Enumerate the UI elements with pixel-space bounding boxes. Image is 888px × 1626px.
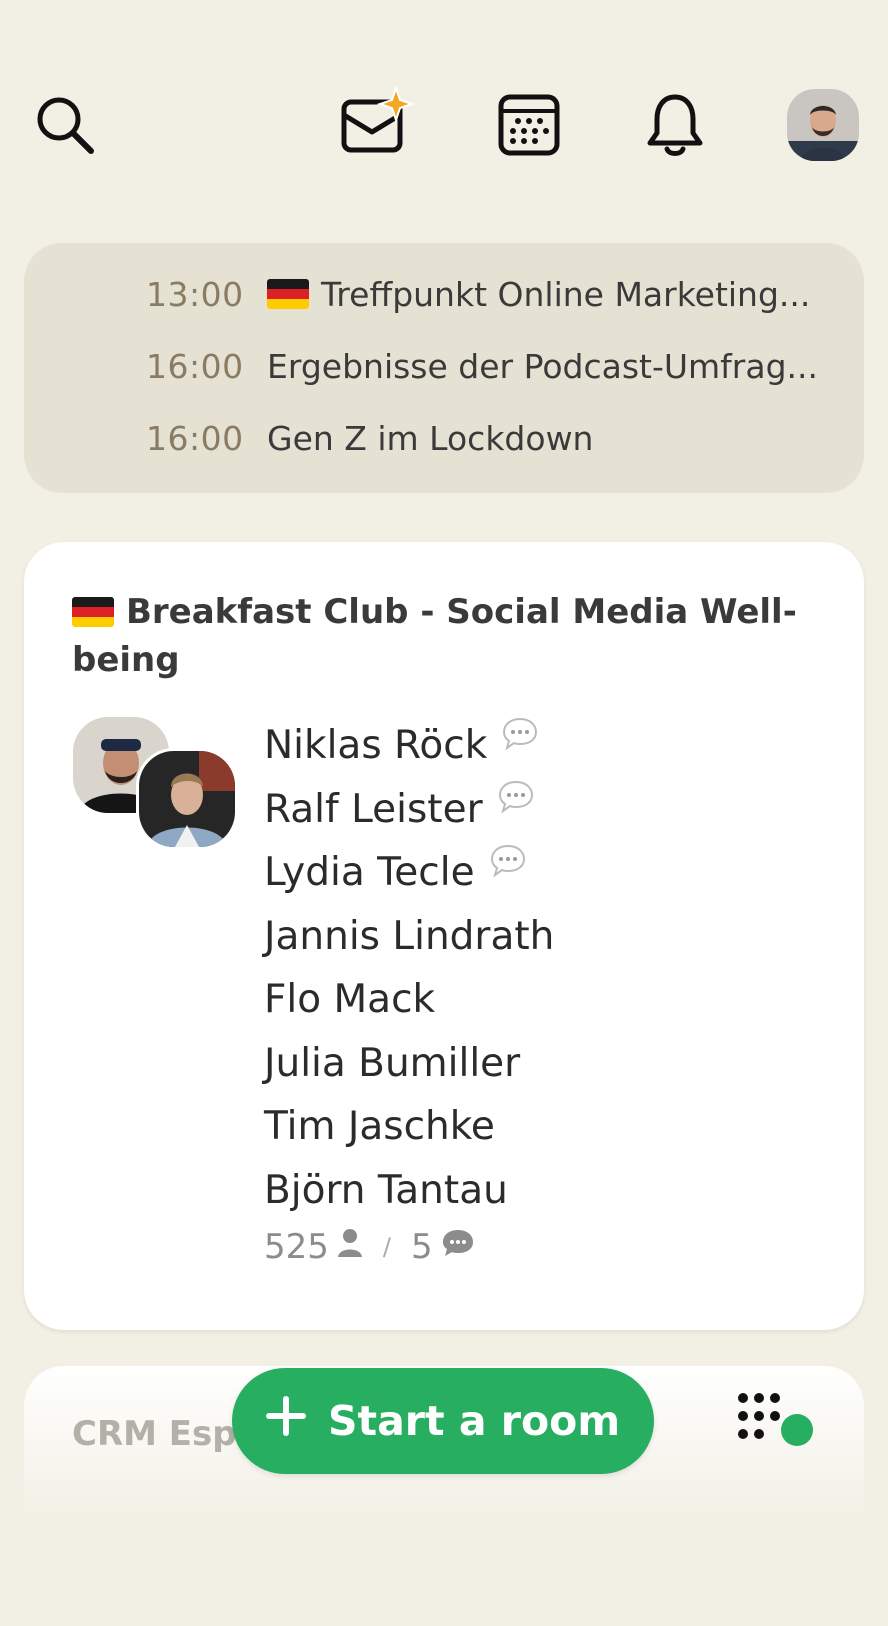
speaker-name-row[interactable]: Tim Jaschke xyxy=(264,1095,824,1159)
event-title: Gen Z im Lockdown xyxy=(267,418,594,458)
speaker-name-row[interactable]: Ralf Leister xyxy=(264,778,824,842)
upcoming-events-panel[interactable]: 13:00 Treffpunkt Online Marketing... 16:… xyxy=(24,243,864,493)
speaker-name-row[interactable]: Björn Tantau xyxy=(264,1159,824,1223)
speaker-count: 5 xyxy=(411,1227,433,1267)
german-flag-icon xyxy=(72,597,114,627)
speaker-name-row[interactable]: Lydia Tecle xyxy=(264,841,824,905)
plus-icon xyxy=(265,1396,306,1446)
event-title: Ergebnisse der Podcast-Umfrag... xyxy=(267,346,818,386)
event-time: 13:00 xyxy=(146,274,244,314)
upcoming-event-row[interactable]: 16:00 Ergebnisse der Podcast-Umfrag... xyxy=(24,341,864,391)
upcoming-event-row[interactable]: 16:00 Gen Z im Lockdown xyxy=(24,413,864,463)
room-card[interactable]: Breakfast Club - Social Media Well-being… xyxy=(24,542,864,1330)
speaker-name: Björn Tantau xyxy=(264,1167,508,1213)
german-flag-icon xyxy=(267,279,309,309)
event-time: 16:00 xyxy=(146,418,244,458)
search-icon[interactable] xyxy=(30,90,100,160)
room-title-text: Breakfast Club - Social Media Well-being xyxy=(72,592,797,680)
speaking-bubble-icon xyxy=(489,843,527,889)
calendar-icon[interactable] xyxy=(496,92,562,158)
start-room-button[interactable]: Start a room xyxy=(232,1368,654,1474)
speaker-name-row[interactable]: Jannis Lindrath xyxy=(264,905,824,969)
speaker-name: Flo Mack xyxy=(264,977,436,1023)
speaker-name: Ralf Leister xyxy=(264,786,483,832)
stats-separator: / xyxy=(382,1233,391,1261)
speaker-name-row[interactable]: Niklas Röck xyxy=(264,714,824,778)
event-time: 16:00 xyxy=(146,346,244,386)
listener-count: 525 xyxy=(264,1227,329,1267)
invite-envelope-icon[interactable] xyxy=(336,80,426,160)
speaker-name: Niklas Röck xyxy=(264,723,488,769)
person-icon xyxy=(337,1227,363,1267)
event-title-text: Treffpunkt Online Marketing... xyxy=(321,274,811,314)
room-stats: 525 / 5 xyxy=(264,1227,475,1267)
room-title: Breakfast Club - Social Media Well-being xyxy=(72,588,812,684)
event-title: Treffpunkt Online Marketing... xyxy=(267,275,847,314)
speaker-list: Niklas Röck Ralf Leister Lydia Tecle Jan… xyxy=(264,714,824,1222)
speaker-name: Tim Jaschke xyxy=(264,1104,495,1150)
profile-avatar[interactable] xyxy=(787,89,859,161)
speaking-bubble-icon xyxy=(501,716,539,762)
online-users-button[interactable] xyxy=(735,1390,825,1450)
chat-bubble-icon xyxy=(441,1227,475,1267)
speaker-name: Jannis Lindrath xyxy=(264,913,555,959)
speaking-bubble-icon xyxy=(497,779,535,825)
bell-icon[interactable] xyxy=(640,90,710,160)
speaker-name-row[interactable]: Julia Bumiller xyxy=(264,1032,824,1096)
speaker-name: Julia Bumiller xyxy=(264,1040,521,1086)
speaker-name: Lydia Tecle xyxy=(264,850,475,896)
upcoming-event-row[interactable]: 13:00 Treffpunkt Online Marketing... xyxy=(24,269,864,319)
room-title: CRM Esp xyxy=(72,1414,237,1454)
start-room-label: Start a room xyxy=(327,1397,621,1445)
top-bar xyxy=(0,0,888,200)
speaker-avatar[interactable] xyxy=(136,748,238,850)
speaker-name-row[interactable]: Flo Mack xyxy=(264,968,824,1032)
